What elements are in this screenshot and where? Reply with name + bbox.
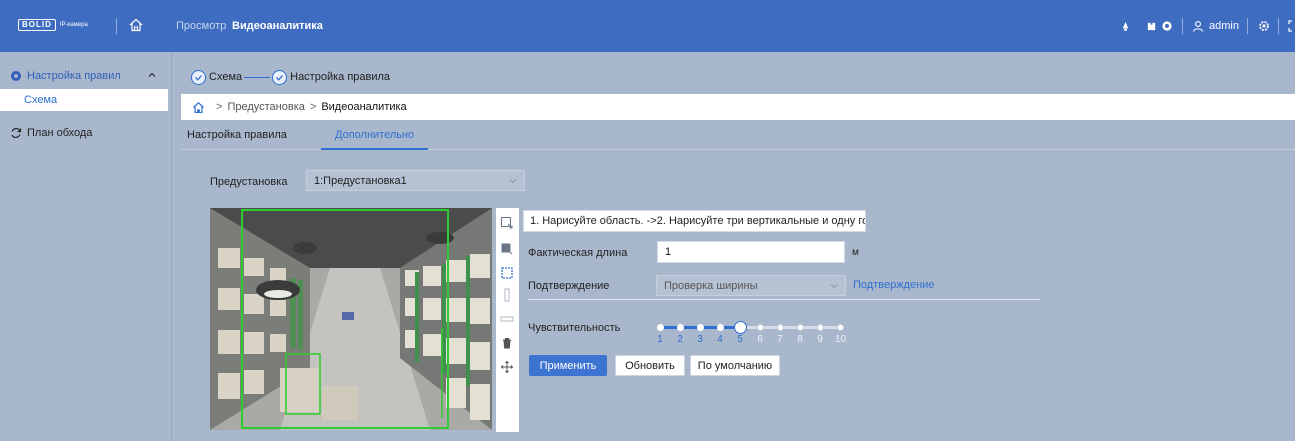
step-label: Схема — [209, 71, 243, 83]
sensitivity-tick: 2 — [677, 334, 683, 345]
globe-icon[interactable] — [1159, 18, 1175, 34]
sensitivity-dot[interactable] — [676, 324, 684, 331]
draw-exclusion-icon[interactable] — [500, 242, 514, 256]
breadcrumb-current: Видеоаналитика — [321, 101, 407, 113]
chevron-up-icon — [148, 72, 156, 77]
nav-video-analytics[interactable]: Видеоаналитика — [232, 19, 323, 33]
sensitivity-slider[interactable]: 1 2 3 4 5 6 7 8 9 10 — [656, 320, 851, 345]
sensitivity-tick: 1 — [657, 334, 663, 345]
verification-select[interactable]: Проверка ширины — [656, 275, 846, 296]
plugin-icon[interactable] — [1143, 18, 1159, 34]
sensitivity-tick: 8 — [797, 334, 803, 345]
divider — [116, 18, 117, 34]
sidebar-group-label: Настройка правил — [27, 70, 121, 82]
top-bar: BOLID IP-камера Просмотр Видеоаналитика … — [0, 0, 1295, 52]
refresh-button[interactable]: Обновить — [615, 355, 685, 376]
sensitivity-dot[interactable] — [776, 324, 784, 331]
check-icon — [191, 69, 206, 85]
instruction-hint: 1. Нарисуйте область. ->2. Нарисуйте три… — [523, 210, 866, 232]
verification-value: Проверка ширины — [664, 279, 758, 292]
sidebar-item-label: Схема — [24, 94, 58, 106]
sensitivity-dot[interactable] — [816, 324, 824, 331]
divider — [1246, 18, 1248, 34]
home-icon[interactable] — [192, 101, 205, 114]
sensitivity-dot[interactable] — [696, 324, 704, 331]
tab-bar: Настройка правила Дополнительно — [181, 120, 1295, 150]
chevron-down-icon — [830, 284, 838, 289]
logo-mark: BOLID — [18, 19, 56, 31]
instruction-text: 1. Нарисуйте область. ->2. Нарисуйте три… — [530, 215, 866, 227]
username[interactable]: admin — [1209, 20, 1239, 32]
apply-button[interactable]: Применить — [529, 355, 607, 376]
drawing-toolbar — [496, 208, 519, 432]
tab-rule-settings[interactable]: Настройка правила — [187, 129, 287, 141]
length-unit: м — [852, 247, 859, 258]
breadcrumb: > Предустановка > Видеоаналитика — [181, 94, 1295, 120]
sidebar-item-label: План обхода — [27, 127, 93, 139]
sensitivity-dot[interactable] — [796, 324, 804, 331]
step-scheme[interactable]: Схема — [191, 69, 243, 85]
verification-label: Подтверждение — [528, 280, 610, 292]
draw-rectangle-icon[interactable] — [500, 266, 514, 280]
sidebar-group-rule-settings[interactable]: Настройка правил — [0, 64, 172, 88]
settings-panel — [519, 208, 1295, 432]
sensitivity-tick: 9 — [817, 334, 823, 345]
gear-icon[interactable] — [1256, 18, 1272, 34]
divider — [1182, 18, 1183, 34]
warehouse-scene-image — [210, 208, 492, 430]
patrol-icon — [11, 127, 22, 139]
sensitivity-tick: 7 — [777, 334, 783, 345]
breadcrumb-separator: > — [309, 101, 317, 113]
step-rule-settings[interactable]: Настройка правила — [272, 69, 391, 85]
sidebar-item-scheme[interactable]: Схема — [0, 89, 168, 111]
home-icon[interactable] — [128, 17, 144, 33]
rules-icon — [11, 71, 21, 81]
breadcrumb-preset[interactable]: Предустановка — [227, 101, 304, 113]
trash-icon[interactable] — [500, 336, 514, 350]
alarm-icon[interactable] — [1117, 18, 1133, 34]
fullscreen-icon[interactable] — [1285, 18, 1295, 34]
sensitivity-tick: 5 — [737, 334, 743, 345]
verification-link[interactable]: Подтверждение — [853, 279, 934, 291]
vertical-line-icon[interactable] — [500, 288, 514, 302]
preset-label: Предустановка — [210, 176, 288, 188]
default-button[interactable]: По умолчанию — [690, 355, 780, 376]
brand-logo: BOLID IP-камера — [18, 19, 88, 31]
sidebar-item-patrol-plan[interactable]: План обхода — [0, 122, 168, 144]
video-preview[interactable] — [210, 208, 492, 430]
check-icon — [272, 69, 288, 85]
sensitivity-dot[interactable] — [716, 324, 724, 331]
sensitivity-tick: 6 — [757, 334, 763, 345]
chevron-down-icon — [509, 179, 517, 184]
step-label: Настройка правила — [290, 71, 391, 83]
sensitivity-dot[interactable] — [734, 322, 746, 333]
divider — [1277, 18, 1279, 34]
active-tab-indicator — [321, 148, 428, 150]
preset-value: 1:Предустановка1 — [314, 174, 407, 187]
nav-preview[interactable]: Просмотр — [176, 19, 226, 33]
sensitivity-tick: 4 — [717, 334, 723, 345]
tab-advanced[interactable]: Дополнительно — [335, 129, 414, 141]
move-icon[interactable] — [500, 360, 514, 374]
preset-select[interactable]: 1:Предустановка1 — [306, 170, 525, 191]
sensitivity-dot[interactable] — [656, 324, 664, 331]
step-connector — [244, 76, 271, 78]
divider — [528, 299, 1040, 300]
draw-area-icon[interactable] — [500, 216, 514, 230]
actual-length-input[interactable] — [657, 241, 845, 263]
sensitivity-tick: 3 — [697, 334, 703, 345]
sensitivity-dot[interactable] — [836, 324, 844, 331]
sensitivity-label: Чувствительность — [528, 322, 621, 334]
top-right-toolbar: admin — [1117, 17, 1295, 35]
horizontal-line-icon[interactable] — [500, 312, 514, 326]
sidebar: Настройка правил Схема План обхода — [0, 52, 172, 441]
logo-subtitle: IP-камера — [59, 22, 88, 28]
breadcrumb-separator: > — [216, 101, 223, 113]
actual-length-label: Фактическая длина — [528, 247, 628, 259]
sensitivity-tick: 10 — [835, 334, 847, 345]
wizard-steps: Схема Настройка правила — [181, 64, 1295, 90]
sensitivity-dot[interactable] — [756, 324, 764, 331]
user-icon[interactable] — [1190, 18, 1206, 34]
